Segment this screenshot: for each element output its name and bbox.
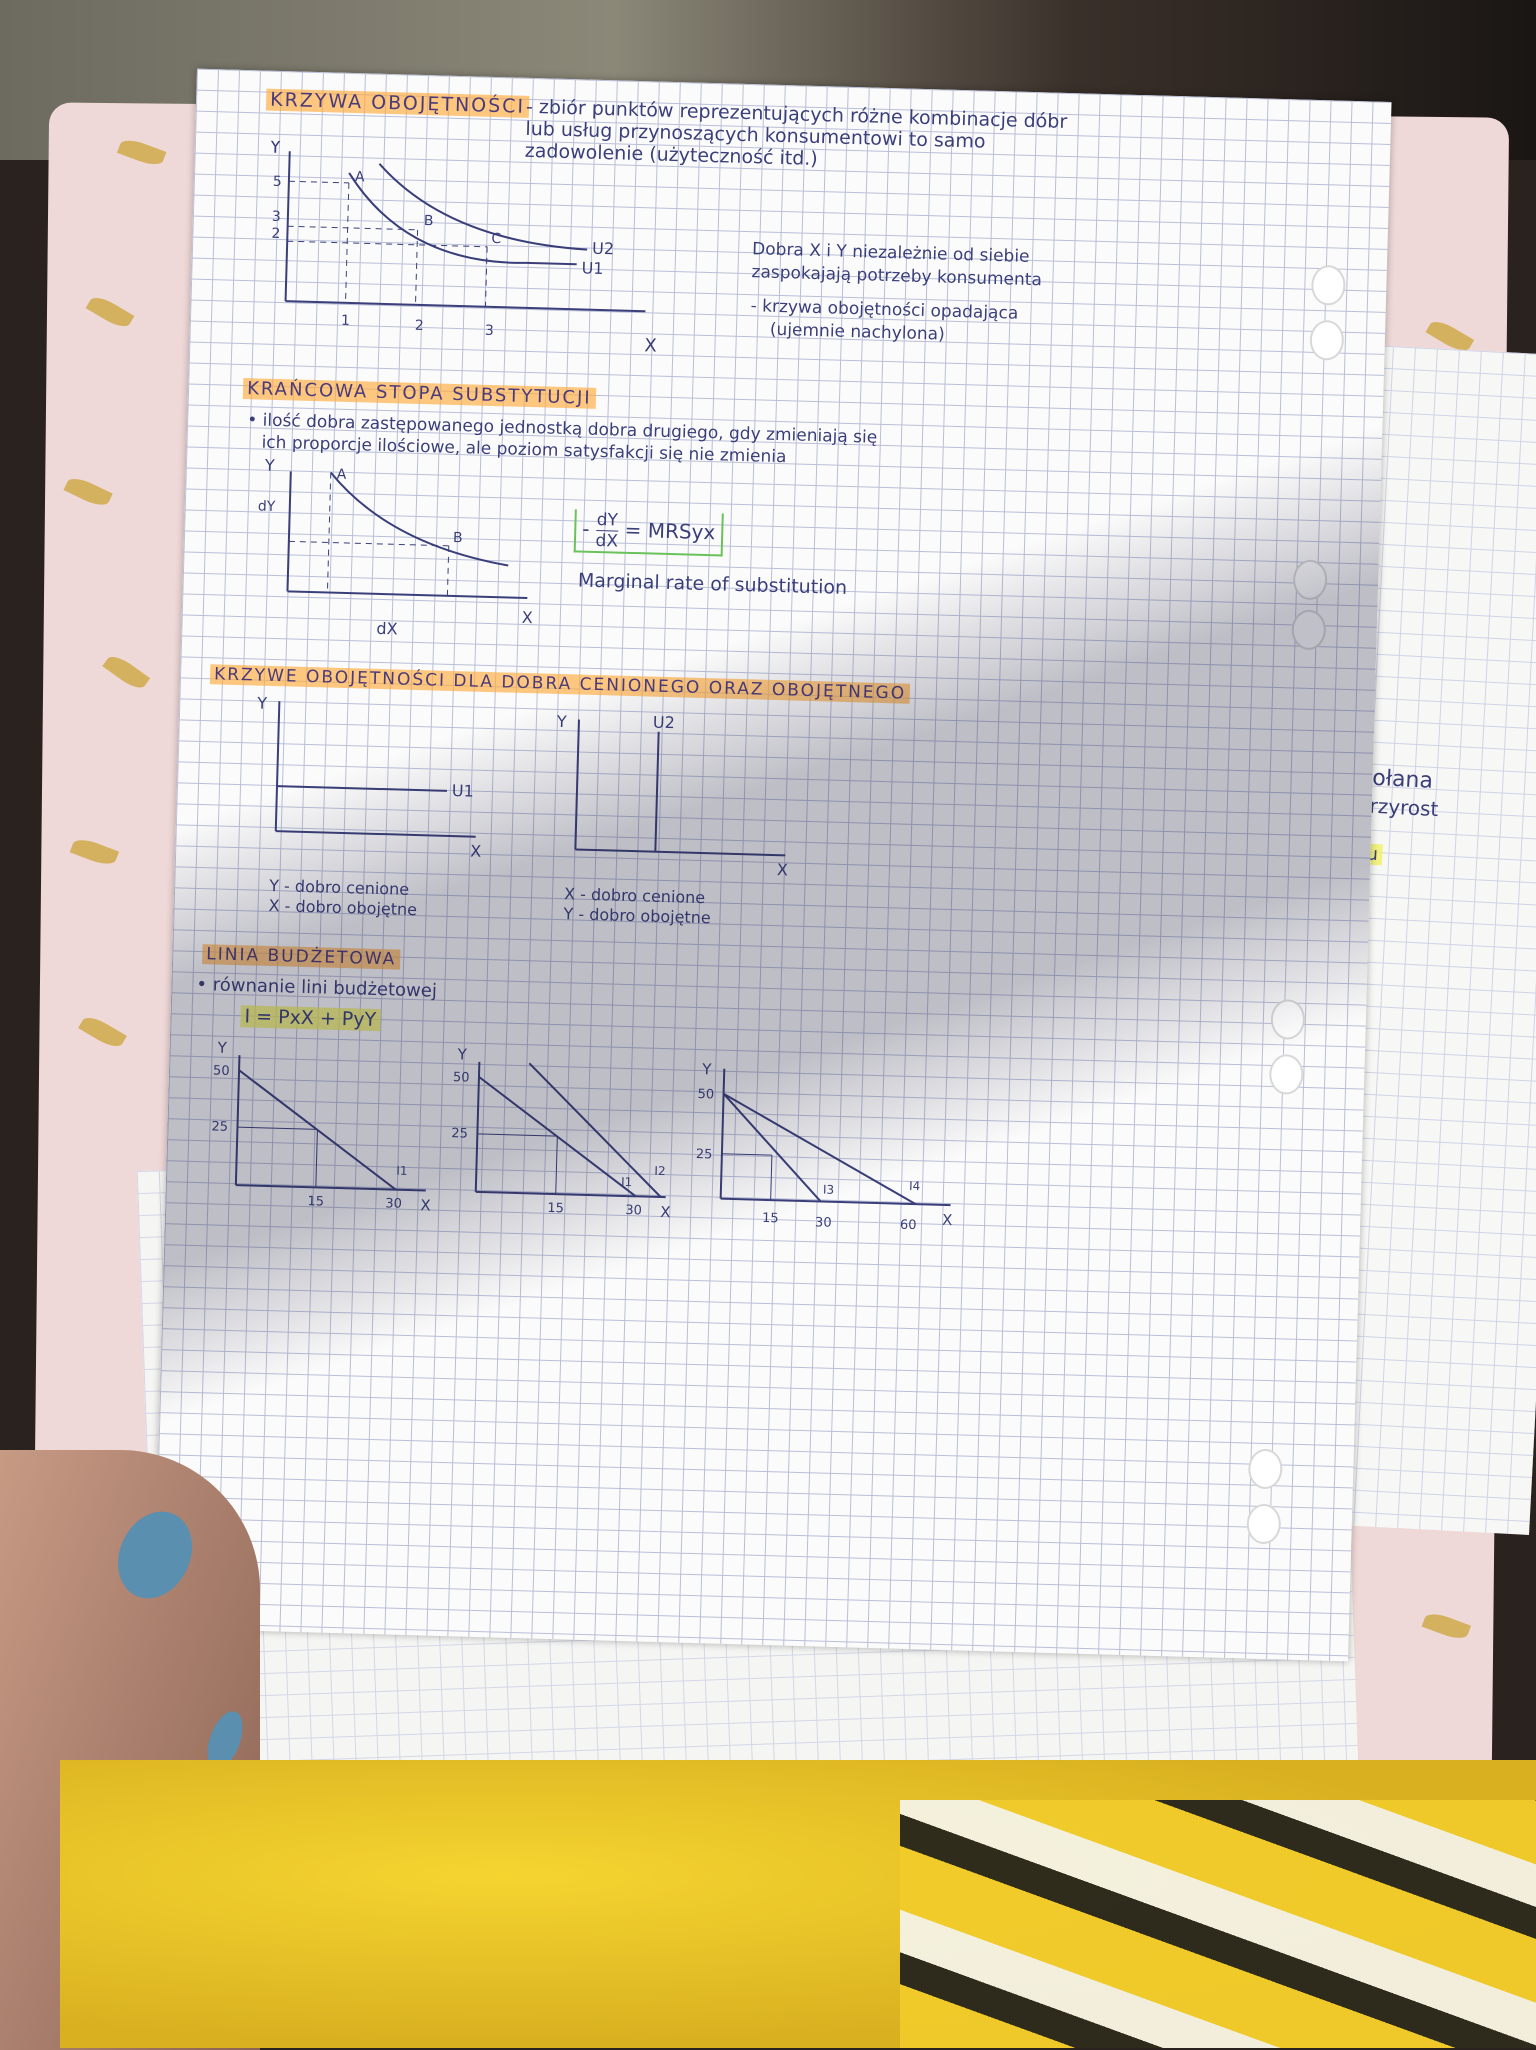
budget-line-4 — [723, 1092, 917, 1205]
budget-line-3 — [722, 1093, 822, 1203]
x-tick: 3 — [485, 323, 494, 339]
curve-label: U2 — [653, 713, 675, 733]
section-title: KRZYWA OBOJĘTNOŚCI — [265, 88, 530, 118]
point-label: B — [453, 530, 463, 546]
valued-good-graph-right: Y X U2 — [556, 712, 789, 880]
mrs-english: Marginal rate of substitution — [577, 569, 848, 599]
y-tick: 3 — [272, 209, 281, 225]
x-tick: 15 — [307, 1194, 324, 1209]
budget-graph-1: Y X 50 25 15 30 I1 — [211, 1039, 431, 1215]
leaf-pattern — [78, 1012, 127, 1052]
y-axis-label: Y — [456, 1045, 467, 1063]
y-axis-label: Y — [256, 694, 268, 713]
notebook-page: KRZYWA OBOJĘTNOŚCI - zbiór punktów repre… — [153, 68, 1392, 1662]
mrs-formula: - dY dX = MRSyx — [573, 509, 724, 557]
y-tick: 50 — [213, 1063, 230, 1078]
legend-line: Y - dobro cenione — [268, 875, 410, 899]
x-axis-label: X — [777, 860, 789, 879]
legend-line: X - dobro obojętne — [268, 895, 418, 920]
x-tick: 30 — [815, 1215, 832, 1230]
y-tick: 25 — [451, 1126, 468, 1141]
y-tick: 25 — [211, 1119, 228, 1134]
y-tick: 2 — [271, 226, 280, 242]
curve-u2 — [378, 163, 588, 251]
line-label: I3 — [823, 1183, 835, 1197]
binder-hole — [1247, 1448, 1283, 1490]
leaf-pattern — [69, 835, 120, 869]
x-axis-label: X — [660, 1203, 671, 1221]
curve-label: U2 — [592, 239, 614, 259]
leaf-pattern — [85, 292, 135, 332]
line-label: I4 — [909, 1179, 921, 1193]
legend-line: Y - dobro obojętne — [563, 904, 711, 928]
budget-graph-2: Y X 50 25 15 30 I1 I2 — [451, 1045, 671, 1221]
binder-hole — [1268, 1053, 1304, 1095]
leaf-pattern — [63, 473, 113, 510]
point-label: A — [355, 169, 365, 185]
line-label: I2 — [654, 1164, 666, 1178]
fingernail — [104, 1499, 206, 1611]
curve-u2 — [654, 731, 660, 852]
note-line: (ujemnie nachylona) — [769, 319, 945, 345]
y-axis-label: Y — [216, 1039, 227, 1057]
section-title: KRAŃCOWA STOPA SUBSTYTUCJI — [242, 378, 596, 409]
x-tick: 15 — [762, 1211, 779, 1226]
budget-graph-3: Y X 50 25 15 30 60 I3 I4 — [696, 1060, 953, 1233]
line-label: I1 — [621, 1175, 633, 1189]
curve-u1 — [276, 785, 447, 792]
point-label: B — [424, 213, 434, 229]
mrs-graph: Y X A B dY dX — [258, 456, 534, 639]
y-axis-label: Y — [269, 140, 283, 158]
note-line: zaspokajają potrzeby konsumenta — [751, 262, 1043, 291]
indifference-curve-graph: Y X 5 3 2 1 2 3 A B C U2 U1 — [269, 140, 658, 356]
y-axis-label: Y — [556, 712, 568, 731]
x-tick: 2 — [415, 318, 424, 334]
budget-equation: I = PxX + PyY — [240, 1005, 381, 1032]
y-tick: 5 — [273, 174, 282, 190]
x-tick: 60 — [900, 1218, 917, 1233]
curve-u1 — [348, 172, 577, 266]
x-axis-label: X — [522, 608, 534, 627]
x-tick: 30 — [625, 1203, 642, 1218]
x-axis-label: X — [420, 1196, 431, 1214]
striped-plush — [900, 1800, 1536, 2048]
dy-label: dY — [258, 498, 276, 514]
y-tick: 50 — [697, 1087, 714, 1102]
binder-hole — [1270, 998, 1306, 1040]
y-axis-label: Y — [264, 456, 276, 475]
binder-hole — [1309, 319, 1345, 361]
binder-hole — [1310, 264, 1346, 306]
point-label: C — [491, 231, 501, 247]
curve-label: U1 — [581, 258, 603, 278]
x-axis-label: X — [942, 1211, 953, 1229]
binder-hole — [1246, 1503, 1282, 1545]
x-axis-label: X — [470, 842, 482, 861]
text-line: • równanie lini budżetowej — [196, 973, 438, 1002]
valued-good-graph-left: Y X U1 — [256, 694, 482, 861]
legend-line: X - dobro cenione — [563, 884, 706, 908]
binder-hole — [1291, 609, 1327, 651]
y-tick: 50 — [453, 1070, 470, 1085]
line-label: I1 — [396, 1164, 408, 1178]
x-tick: 15 — [547, 1201, 564, 1216]
y-tick: 25 — [696, 1147, 713, 1162]
leaf-pattern — [116, 135, 167, 169]
x-tick: 1 — [341, 313, 350, 329]
point-label: A — [337, 467, 347, 483]
y-axis-label: Y — [701, 1060, 712, 1078]
x-tick: 30 — [385, 1196, 402, 1211]
dx-label: dX — [376, 619, 398, 639]
curve-label: U1 — [452, 781, 474, 801]
budget-line-2 — [528, 1062, 662, 1198]
leaf-pattern — [102, 651, 151, 693]
curve — [330, 471, 509, 567]
section-title: LINIA BUDŻETOWA — [202, 944, 401, 970]
leaf-pattern — [1421, 1609, 1472, 1643]
binder-hole — [1292, 559, 1328, 601]
x-axis-label: X — [644, 335, 657, 356]
